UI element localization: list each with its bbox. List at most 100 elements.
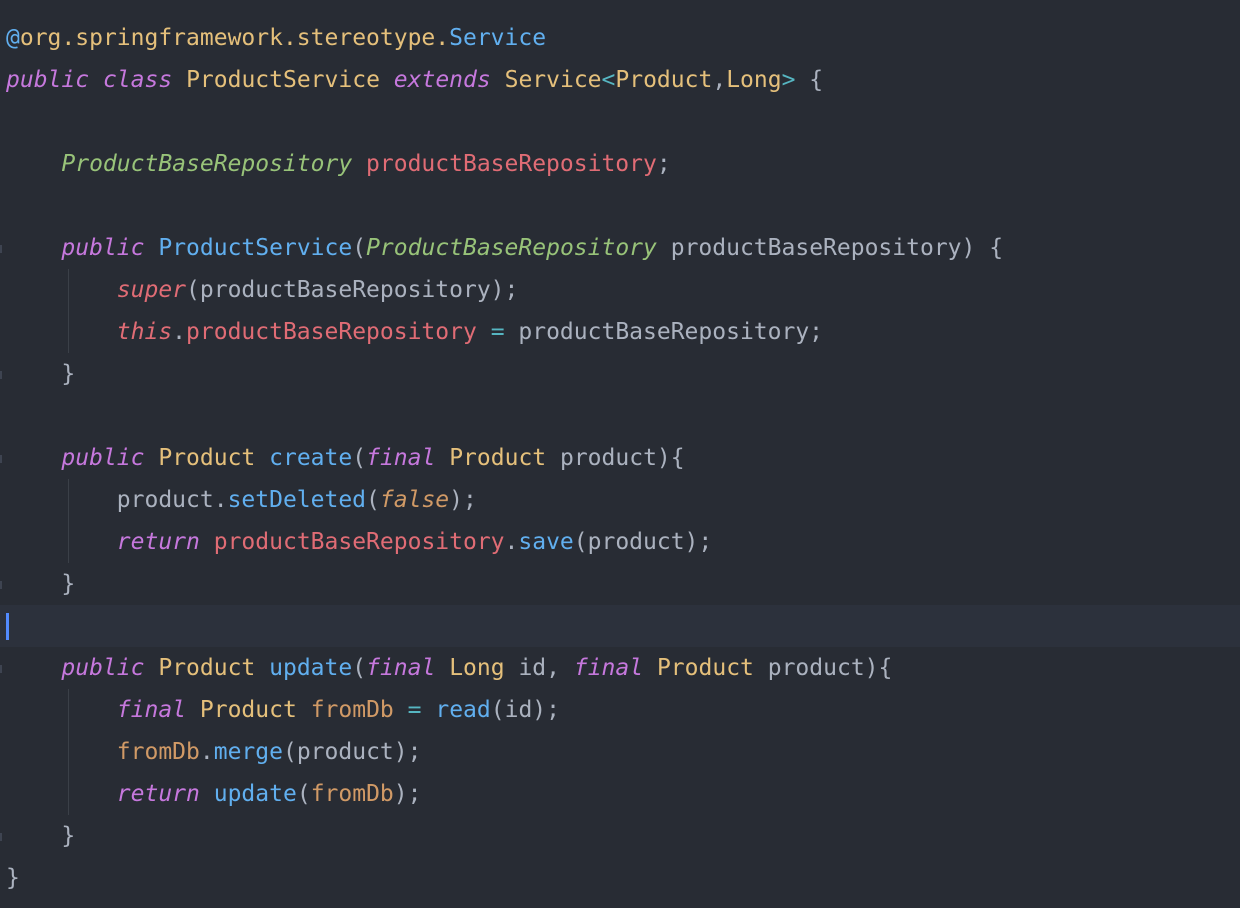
code-line[interactable]: this.productBaseRepository = productBase… bbox=[0, 311, 1240, 353]
code-token: final bbox=[116, 697, 187, 723]
code-token: update bbox=[213, 781, 297, 807]
code-token: final bbox=[573, 655, 644, 681]
code-token: ( bbox=[352, 235, 367, 261]
code-token: product){ bbox=[546, 445, 685, 471]
code-line[interactable]: public Product create(final Product prod… bbox=[0, 437, 1240, 479]
code-token: create bbox=[269, 445, 353, 471]
code-token: } bbox=[6, 823, 76, 849]
code-token: Product bbox=[158, 445, 256, 471]
fold-marker[interactable] bbox=[0, 455, 2, 463]
code-token: Long bbox=[449, 655, 505, 681]
code-text: } bbox=[6, 857, 20, 899]
code-token: read bbox=[435, 697, 491, 723]
fold-marker[interactable] bbox=[0, 581, 2, 589]
code-token: (product); bbox=[573, 529, 713, 555]
code-token: ( bbox=[296, 781, 311, 807]
code-line[interactable]: ProductBaseRepository productBaseReposit… bbox=[0, 143, 1240, 185]
code-text: } bbox=[6, 815, 75, 857]
code-line[interactable]: return update(fromDb); bbox=[0, 773, 1240, 815]
code-token: merge bbox=[213, 739, 283, 765]
code-token: extends bbox=[393, 67, 491, 93]
code-line[interactable]: public class ProductService extends Serv… bbox=[0, 59, 1240, 101]
code-token: } bbox=[6, 361, 76, 387]
code-line[interactable]: product.setDeleted(false); bbox=[0, 479, 1240, 521]
code-line[interactable]: final Product fromDb = read(id); bbox=[0, 689, 1240, 731]
code-text: } bbox=[6, 353, 75, 395]
code-token: public bbox=[61, 445, 145, 471]
fold-marker[interactable] bbox=[0, 665, 2, 673]
code-token: super bbox=[116, 277, 187, 303]
code-line[interactable] bbox=[0, 101, 1240, 143]
code-line[interactable]: super(productBaseRepository); bbox=[0, 269, 1240, 311]
code-token: Product bbox=[199, 697, 297, 723]
code-line[interactable] bbox=[0, 395, 1240, 437]
code-token: < bbox=[601, 67, 616, 93]
code-text: ProductBaseRepository productBaseReposit… bbox=[6, 143, 671, 185]
code-line[interactable]: public Product update(final Long id, fin… bbox=[0, 647, 1240, 689]
code-token: save bbox=[518, 529, 574, 555]
code-token: productBaseRepository) { bbox=[656, 235, 1004, 261]
code-text: public class ProductService extends Serv… bbox=[6, 59, 823, 101]
code-line[interactable]: } bbox=[0, 353, 1240, 395]
code-token: > bbox=[781, 67, 796, 93]
code-token: public bbox=[6, 67, 90, 93]
code-token: Service bbox=[504, 67, 602, 93]
fold-marker[interactable] bbox=[0, 371, 2, 379]
code-text: } bbox=[6, 563, 75, 605]
code-text: fromDb.merge(product); bbox=[6, 731, 422, 773]
code-token: ( bbox=[352, 445, 367, 471]
fold-marker[interactable] bbox=[0, 833, 2, 841]
code-token: ProductService bbox=[158, 235, 353, 261]
code-line[interactable]: } bbox=[0, 563, 1240, 605]
code-token: = bbox=[490, 319, 505, 345]
code-token: (product); bbox=[282, 739, 422, 765]
fold-marker[interactable] bbox=[0, 245, 2, 253]
code-token: = bbox=[407, 697, 422, 723]
code-token: product){ bbox=[753, 655, 893, 681]
code-token: fromDb bbox=[310, 781, 394, 807]
code-token: productBaseRepository bbox=[213, 529, 505, 555]
code-text: public Product create(final Product prod… bbox=[6, 437, 685, 479]
code-token: org.springframework.stereotype. bbox=[19, 25, 450, 51]
code-line[interactable]: return productBaseRepository.save(produc… bbox=[0, 521, 1240, 563]
code-line[interactable]: public ProductService(ProductBaseReposit… bbox=[0, 227, 1240, 269]
code-token: { bbox=[795, 67, 824, 93]
code-text: @org.springframework.stereotype.Service bbox=[6, 17, 546, 59]
code-line[interactable]: @org.springframework.stereotype.Service bbox=[0, 17, 1240, 59]
code-editor[interactable]: @org.springframework.stereotype.Service p… bbox=[0, 0, 1240, 908]
code-line[interactable]: } bbox=[0, 857, 1240, 899]
code-line[interactable]: fromDb.merge(product); bbox=[0, 731, 1240, 773]
code-token: ; bbox=[656, 151, 671, 177]
code-line[interactable] bbox=[0, 185, 1240, 227]
code-line[interactable]: } bbox=[0, 815, 1240, 857]
code-token: class bbox=[102, 67, 173, 93]
code-line[interactable] bbox=[0, 605, 1240, 647]
code-token: ProductBaseRepository bbox=[366, 235, 657, 261]
code-token: . bbox=[199, 739, 214, 765]
code-token: id, bbox=[504, 655, 574, 681]
code-token: ProductService bbox=[186, 67, 380, 93]
code-text: public Product update(final Long id, fin… bbox=[6, 647, 892, 689]
